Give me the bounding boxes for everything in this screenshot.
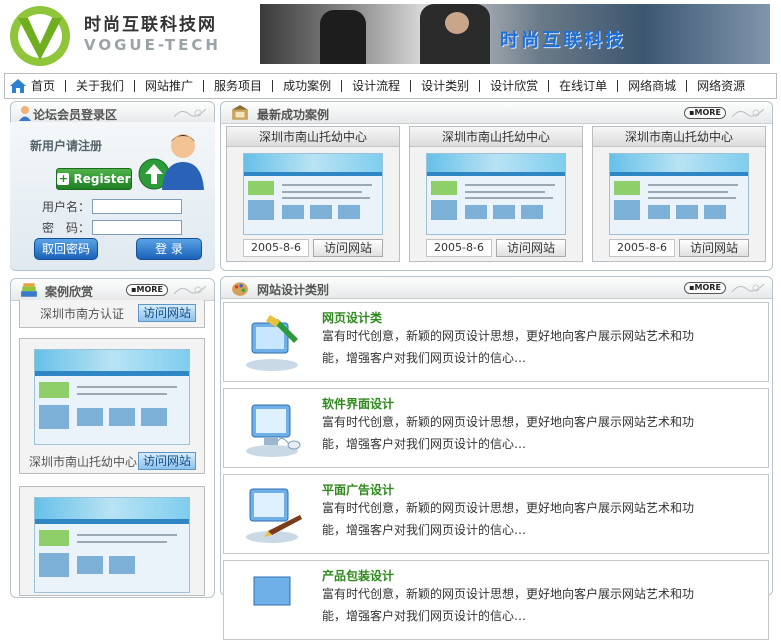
monitor-mouse-icon bbox=[246, 404, 301, 457]
case-thumbnail[interactable] bbox=[243, 153, 383, 235]
swirl-ornament-icon bbox=[731, 283, 765, 293]
paintbrush-monitor-icon bbox=[246, 315, 298, 371]
showcase-thumbnail[interactable] bbox=[34, 349, 190, 445]
showcase-more-button[interactable]: ▪MORE bbox=[126, 284, 168, 296]
case-card: 深圳市南山托幼中心 2005-8-6 访问网站 bbox=[592, 126, 766, 262]
nav-showcase[interactable]: 设计欣赏 bbox=[480, 80, 550, 92]
case-date: 2005-8-6 bbox=[243, 239, 309, 257]
latest-cases-header: 最新成功案例 ▪MORE bbox=[221, 102, 772, 124]
category-name: 产品包装设计 bbox=[322, 569, 395, 583]
case-title: 深圳市南山托幼中心 bbox=[593, 127, 765, 147]
case-thumbnail[interactable] bbox=[426, 153, 566, 235]
showcase-item-frame bbox=[19, 486, 205, 596]
swirl-ornament-icon bbox=[731, 108, 765, 118]
new-user-prompt: 新用户请注册 bbox=[30, 139, 103, 153]
showcase-item-name: 深圳市南方认证 bbox=[40, 307, 125, 321]
showcase-visit-button[interactable]: 访问网站 bbox=[138, 304, 196, 322]
case-card: 深圳市南山托幼中心 2005-8-6 访问网站 bbox=[409, 126, 583, 262]
home-icon bbox=[10, 79, 26, 93]
login-panel-title: 论坛会员登录区 bbox=[33, 108, 118, 122]
plus-icon: + bbox=[57, 172, 70, 185]
category-item[interactable]: 软件界面设计 富有时代创意，新颖的网页设计思想，更好地向客户展示网站艺术和功能，… bbox=[223, 388, 769, 468]
case-title: 深圳市南山托幼中心 bbox=[227, 127, 399, 147]
showcase-visit-button[interactable]: 访问网站 bbox=[138, 452, 196, 470]
books-icon bbox=[21, 283, 37, 297]
case-visit-button[interactable]: 访问网站 bbox=[679, 239, 749, 257]
latest-cases-more-button[interactable]: ▪MORE bbox=[684, 107, 726, 119]
nav-home[interactable]: 首页 bbox=[29, 80, 67, 92]
category-description: 富有时代创意，新颖的网页设计思想，更好地向客户展示网站艺术和功能，增强客户对我们… bbox=[322, 587, 695, 623]
design-categories-header: 网站设计类别 ▪MORE bbox=[221, 277, 772, 299]
nav-mall[interactable]: 网络商城 bbox=[618, 80, 688, 92]
nav-order[interactable]: 在线订单 bbox=[549, 80, 619, 92]
header-banner: 时尚互联科技 bbox=[260, 4, 770, 64]
case-visit-button[interactable]: 访问网站 bbox=[496, 239, 566, 257]
case-card: 深圳市南山托幼中心 2005-8-6 访问网站 bbox=[226, 126, 400, 262]
category-description: 富有时代创意，新颖的网页设计思想，更好地向客户展示网站艺术和功能，增强客户对我们… bbox=[322, 501, 695, 537]
v-logo-icon bbox=[10, 6, 70, 66]
category-item[interactable]: 网页设计类 富有时代创意，新颖的网页设计思想，更好地向客户展示网站艺术和功能，增… bbox=[223, 302, 769, 382]
username-input[interactable] bbox=[92, 199, 182, 214]
category-item[interactable]: 平面广告设计 富有时代创意，新颖的网页设计思想，更好地向客户展示网站艺术和功能，… bbox=[223, 474, 769, 554]
swirl-ornament-icon bbox=[173, 108, 207, 118]
showcase-title: 案例欣赏 bbox=[45, 285, 94, 299]
nav-process[interactable]: 设计流程 bbox=[342, 80, 412, 92]
main-nav: 首页 关于我们 网站推广 服务项目 成功案例 设计流程 设计类别 设计欣赏 在线… bbox=[4, 73, 777, 99]
banner-title: 时尚互联科技 bbox=[500, 30, 626, 51]
logo-english-name: VOGUE-TECH bbox=[84, 36, 221, 54]
category-description: 富有时代创意，新颖的网页设计思想，更好地向客户展示网站艺术和功能，增强客户对我们… bbox=[322, 329, 695, 365]
nav-cases[interactable]: 成功案例 bbox=[273, 80, 343, 92]
swirl-ornament-icon bbox=[173, 285, 207, 295]
category-name: 平面广告设计 bbox=[322, 483, 395, 497]
nav-services[interactable]: 服务项目 bbox=[204, 80, 274, 92]
category-name: 网页设计类 bbox=[322, 311, 383, 325]
categories-more-button[interactable]: ▪MORE bbox=[684, 282, 726, 294]
latest-cases-title: 最新成功案例 bbox=[257, 108, 330, 122]
register-button[interactable]: + Register bbox=[56, 168, 132, 190]
login-panel-header: 论坛会员登录区 bbox=[11, 102, 214, 124]
nav-resources[interactable]: 网络资源 bbox=[687, 80, 755, 92]
book-icon bbox=[232, 105, 248, 120]
case-title: 深圳市南山托幼中心 bbox=[410, 127, 582, 147]
login-button[interactable]: 登 录 bbox=[136, 238, 202, 260]
username-label: 用户名： bbox=[42, 200, 91, 214]
case-thumbnail[interactable] bbox=[609, 153, 749, 235]
logo-chinese-name: 时尚互联科技网 bbox=[84, 15, 217, 35]
case-date: 2005-8-6 bbox=[609, 239, 675, 257]
avatar-icon bbox=[162, 134, 204, 190]
nav-promotion[interactable]: 网站推广 bbox=[135, 80, 205, 92]
user-icon bbox=[19, 106, 31, 121]
case-date: 2005-8-6 bbox=[426, 239, 492, 257]
retrieve-password-button[interactable]: 取回密码 bbox=[34, 238, 98, 260]
package-icon bbox=[253, 576, 291, 606]
case-visit-button[interactable]: 访问网站 bbox=[313, 239, 383, 257]
monitor-pen-icon bbox=[246, 488, 302, 543]
password-label: 密 码： bbox=[42, 221, 91, 235]
design-categories-title: 网站设计类别 bbox=[257, 283, 330, 297]
category-description: 富有时代创意，新颖的网页设计思想，更好地向客户展示网站艺术和功能，增强客户对我们… bbox=[322, 415, 695, 451]
showcase-thumbnail[interactable] bbox=[34, 497, 190, 593]
nav-categories[interactable]: 设计类别 bbox=[411, 80, 481, 92]
showcase-item-name: 深圳市南山托幼中心 bbox=[29, 455, 138, 469]
password-input[interactable] bbox=[92, 220, 182, 235]
showcase-header: 案例欣赏 ▪MORE bbox=[11, 279, 214, 301]
category-name: 软件界面设计 bbox=[322, 397, 395, 411]
nav-about[interactable]: 关于我们 bbox=[66, 80, 136, 92]
category-item[interactable]: 产品包装设计 富有时代创意，新颖的网页设计思想，更好地向客户展示网站艺术和功能，… bbox=[223, 560, 769, 640]
palette-icon bbox=[232, 282, 248, 296]
